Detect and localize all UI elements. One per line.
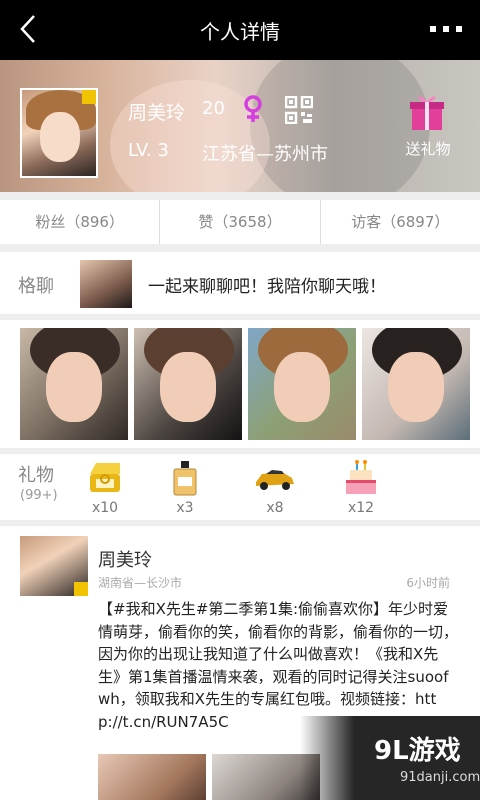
- send-gift-label: 送礼物: [405, 140, 451, 158]
- gallery-photo[interactable]: [20, 328, 128, 440]
- gallery-photo[interactable]: [134, 328, 242, 440]
- chat-row[interactable]: 格聊 一起来聊聊吧！我陪你聊天哦！: [0, 252, 480, 314]
- likes-count[interactable]: 赞（3658）: [160, 200, 321, 244]
- user-level: LV. 3: [128, 140, 169, 161]
- gift-item[interactable]: x10: [74, 458, 136, 518]
- more-dots-icon[interactable]: [428, 22, 464, 36]
- fans-count[interactable]: 粉丝（896）: [0, 200, 161, 244]
- profile-name: 周美玲: [128, 102, 186, 124]
- profile-avatar[interactable]: [20, 88, 98, 178]
- ring-box-icon: [90, 463, 120, 492]
- watermark-logo: 9L游戏: [374, 736, 461, 766]
- gallery-photo[interactable]: [362, 328, 470, 440]
- post-image[interactable]: [98, 754, 206, 800]
- watermark-url: 91danji.com: [400, 770, 480, 785]
- site-watermark: 9L游戏 91danji.com: [300, 716, 480, 800]
- sports-car-icon: [256, 470, 294, 490]
- chat-label: 格聊: [18, 276, 54, 297]
- female-gender-icon: [244, 95, 262, 122]
- chat-message: 一起来聊聊吧！我陪你聊天哦！: [148, 277, 386, 297]
- gifts-row[interactable]: 礼物 (99+) x10 x3 x8 x12: [0, 454, 480, 520]
- birthday-cake-icon: [346, 460, 376, 494]
- send-gift-button[interactable]: 送礼物: [398, 90, 458, 160]
- qr-code-icon[interactable]: [285, 96, 313, 124]
- gift-count: x12: [347, 500, 375, 516]
- gift-box-icon: [410, 96, 444, 130]
- gift-item[interactable]: x8: [244, 458, 306, 518]
- post-avatar[interactable]: [20, 536, 88, 596]
- gift-item[interactable]: x3: [154, 458, 216, 518]
- post-location: 湖南省—长沙市: [98, 576, 183, 590]
- gallery-photo[interactable]: [248, 328, 356, 440]
- chat-thumbnail: [80, 260, 132, 308]
- perfume-icon: [173, 461, 197, 496]
- user-region: 江苏省—苏州市: [202, 144, 328, 165]
- gift-count: x3: [176, 500, 194, 516]
- gifts-label: 礼物: [18, 465, 54, 486]
- profile-age: 20: [202, 98, 225, 119]
- stats-bar: 粉丝（896） 赞（3658） 访客（6897）: [0, 200, 480, 244]
- page-title: 个人详情: [200, 20, 280, 44]
- crown-badge-icon: [82, 90, 96, 104]
- gift-item[interactable]: x12: [330, 458, 392, 518]
- gifts-total: (99+): [20, 488, 58, 503]
- post-text: 【#我和X先生#第二季第1集:偷偷喜欢你】年少时爱情萌芽，偷看你的笑，偷看你的背…: [98, 600, 459, 731]
- top-bar: 个人详情: [0, 0, 480, 60]
- gift-count: x10: [91, 500, 119, 516]
- photo-gallery: [0, 320, 480, 448]
- post-author-name[interactable]: 周美玲: [98, 546, 152, 572]
- crown-badge-icon: [74, 582, 88, 596]
- gift-count: x8: [266, 500, 284, 516]
- post-time: 6小时前: [406, 576, 450, 590]
- visitors-count[interactable]: 访客（6897）: [321, 200, 480, 244]
- profile-header: 周美玲 20 LV. 3 江苏省—苏州市 送礼物: [0, 60, 480, 192]
